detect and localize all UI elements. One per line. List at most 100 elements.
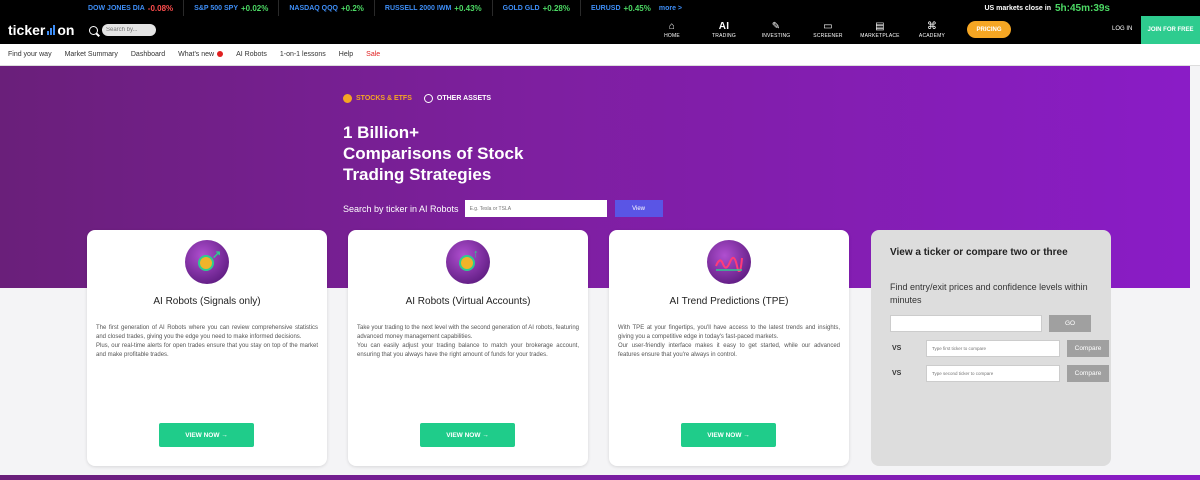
ticker-input[interactable] [890, 315, 1042, 332]
tab-other-assets[interactable]: OTHER ASSETS [423, 94, 492, 103]
store-icon: ▤ [875, 21, 885, 32]
nav-label: ACADEMY [918, 33, 946, 39]
radio-selected-icon [343, 94, 352, 103]
compare-panel: View a ticker or compare two or three Fi… [871, 230, 1111, 466]
ticker-item-dia[interactable]: DOW JONES DIA -0.08% [0, 0, 185, 16]
nav-trading[interactable]: AI TRADING [698, 16, 750, 44]
compare-row-main: GO [890, 315, 1091, 332]
ticker-item-iwm[interactable]: RUSSELL 2000 IWM +0.43% [375, 0, 493, 16]
compare-row-third: VS Compare [890, 365, 1109, 382]
nav-screener[interactable]: ▭ SCREENER [802, 16, 854, 44]
search-icon[interactable] [89, 25, 98, 35]
tab-label: OTHER ASSETS [436, 95, 492, 102]
ai-icon: AI [718, 21, 730, 32]
nav-label: HOME [664, 33, 680, 39]
card-ai-robots-signals: ↗ AI Robots (Signals only) The first gen… [87, 230, 327, 466]
hero-search-label: Search by ticker in AI Robots [343, 203, 459, 214]
card-title: AI Robots (Virtual Accounts) [405, 296, 531, 307]
compare-row-second: VS Compare [890, 340, 1109, 357]
card-text: With TPE at your fingertips, you'll have… [618, 325, 840, 358]
login-link[interactable]: LOG IN [1112, 26, 1132, 32]
notification-dot-icon [217, 51, 224, 58]
tab-stocks-etfs[interactable]: STOCKS & ETFS [343, 94, 412, 103]
market-close-countdown: US markets close in 5h:45m:39s [984, 0, 1110, 16]
compare-ticker-input-2[interactable] [926, 365, 1060, 382]
view-now-button[interactable]: VIEW NOW → [681, 423, 776, 447]
card-ai-robots-virtual: ↑ AI Robots (Virtual Accounts) Take your… [348, 230, 588, 466]
hero-title-line: 1 Billion+ [343, 123, 420, 142]
vs-label: VS [892, 345, 902, 352]
view-now-button[interactable]: VIEW NOW → [420, 423, 515, 447]
ticker-name: S&P 500 SPY [194, 4, 238, 12]
ticker-change: +0.2% [340, 3, 364, 13]
ticker-item-gld[interactable]: GOLD GLD +0.28% [493, 0, 581, 16]
card-ai-trend-predictions: AI Trend Predictions (TPE) With TPE at y… [609, 230, 849, 466]
ticker-item-eurusd[interactable]: EURUSD +0.45% more > [581, 0, 692, 16]
sub-nav: Find your way Market Summary Dashboard W… [0, 44, 1200, 66]
ticker-name: GOLD GLD [502, 4, 540, 12]
ticker-change: +0.43% [454, 3, 482, 13]
hero-search: Search by ticker in AI Robots View [343, 200, 663, 217]
header-search [89, 24, 156, 36]
pricing-button[interactable]: PRICING [967, 21, 1011, 38]
ticker-name: RUSSELL 2000 IWM [384, 4, 452, 12]
main-header: ticker on ⌂ HOME AI TRADING ✎ INVESTING … [0, 16, 1200, 44]
nav-investing[interactable]: ✎ INVESTING [750, 16, 802, 44]
money-growth-icon: ↑ [446, 240, 490, 284]
card-text: Take your trading to the next level with… [357, 325, 579, 358]
ticker-search-input[interactable] [464, 200, 607, 217]
ticker-name: DOW JONES DIA [88, 4, 145, 12]
footer-gradient-strip [0, 475, 1200, 480]
subnav-whats-new-wrap[interactable]: What's new [178, 51, 224, 58]
nav-home[interactable]: ⌂ HOME [646, 16, 698, 44]
view-now-button[interactable]: VIEW NOW → [159, 423, 254, 447]
academy-icon: ⌘ [926, 21, 938, 32]
subnav-help[interactable]: Help [339, 51, 353, 58]
subnav-market-summary[interactable]: Market Summary [65, 51, 118, 58]
ticker-name: EURUSD [590, 4, 621, 12]
ticker-name: NASDAQ QQQ [289, 4, 338, 12]
subnav-whats-new: What's new [178, 51, 215, 58]
hero-title-line: Comparisons of Stock [343, 144, 524, 163]
nav-label: MARKETPLACE [860, 33, 900, 39]
subnav-sale[interactable]: Sale [366, 51, 380, 58]
ticker-change: +0.02% [241, 3, 269, 13]
hero-title: 1 Billion+ Comparisons of Stock Trading … [343, 122, 593, 185]
logo-bars-icon [47, 25, 56, 35]
home-icon: ⌂ [668, 21, 676, 32]
ticker-item-spy[interactable]: S&P 500 SPY +0.02% [184, 0, 280, 16]
subnav-ai-robots[interactable]: AI Robots [236, 51, 267, 58]
subnav-lessons[interactable]: 1-on-1 lessons [280, 51, 326, 58]
nav-label: TRADING [712, 33, 736, 39]
ticker-item-qqq[interactable]: NASDAQ QQQ +0.2% [279, 0, 375, 16]
ticker-strip: DOW JONES DIA -0.08% S&P 500 SPY +0.02% … [0, 0, 1200, 16]
ticker-change: +0.45% [623, 3, 651, 13]
nav-marketplace[interactable]: ▤ MARKETPLACE [854, 16, 906, 44]
more-tickers-link[interactable]: more > [659, 5, 682, 12]
vs-label: VS [892, 370, 902, 377]
compare-ticker-input-1[interactable] [926, 340, 1060, 357]
wand-icon: ✎ [771, 21, 781, 32]
card-text: The first generation of AI Robots where … [96, 325, 318, 358]
subnav-find-your-way[interactable]: Find your way [8, 51, 52, 58]
robot-coins-icon: ↗ [185, 240, 229, 284]
asset-tabs: STOCKS & ETFS OTHER ASSETS [343, 94, 491, 103]
card-title: AI Robots (Signals only) [153, 296, 261, 307]
market-close-label: US markets close in [984, 4, 1051, 12]
hero-title-line: Trading Strategies [343, 165, 492, 184]
logo[interactable]: ticker on [8, 22, 74, 38]
compare-button-2[interactable]: Compare [1067, 365, 1109, 382]
market-close-timer: 5h:45m:39s [1054, 2, 1110, 14]
radio-unselected-icon [423, 94, 433, 103]
go-button[interactable]: GO [1049, 315, 1091, 332]
monitor-icon: ▭ [823, 21, 833, 32]
nav-academy[interactable]: ⌘ ACADEMY [906, 16, 958, 44]
logo-text-right: on [57, 22, 75, 38]
subnav-dashboard[interactable]: Dashboard [131, 51, 165, 58]
view-button[interactable]: View [614, 200, 663, 217]
header-search-input[interactable] [102, 24, 156, 36]
nav-label: SCREENER [813, 33, 843, 39]
compare-button-1[interactable]: Compare [1067, 340, 1109, 357]
ticker-change: -0.08% [147, 3, 174, 13]
join-for-free-button[interactable]: JOIN FOR FREE [1141, 16, 1200, 44]
